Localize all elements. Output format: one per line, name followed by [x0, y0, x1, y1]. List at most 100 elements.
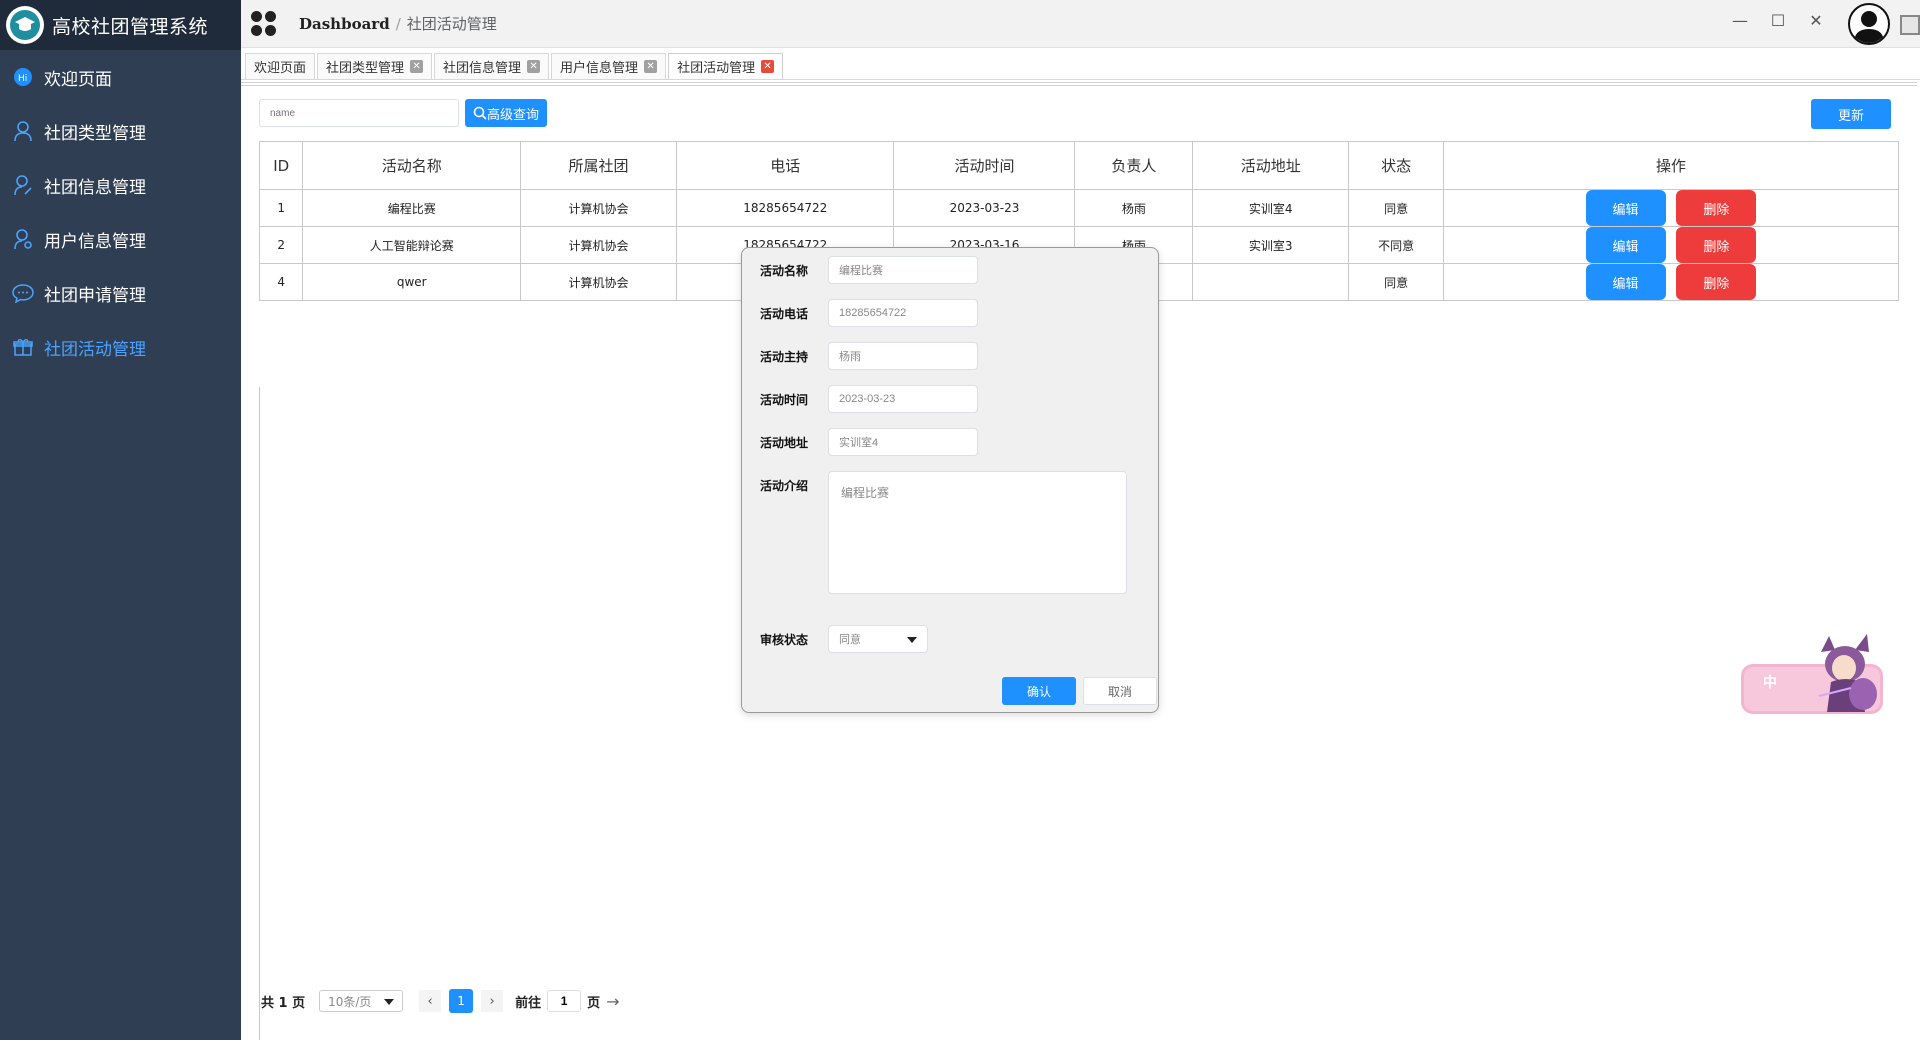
menu-toggle-icon[interactable]	[251, 10, 277, 37]
cell-actions: 编辑 删除	[1442, 263, 1900, 301]
sidebar-item-club-types[interactable]: 社团类型管理	[0, 104, 241, 158]
tab-label: 社团活动管理	[677, 61, 756, 76]
page-number[interactable]: 1	[449, 989, 474, 1013]
app-title: 高校社团管理系统	[52, 15, 209, 38]
field-label: 审核状态	[760, 632, 809, 647]
activity-phone-input[interactable]	[828, 299, 978, 327]
sidebar-item-club-activities[interactable]: 社团活动管理	[0, 320, 241, 374]
chevron-right-icon: ›	[489, 993, 495, 1009]
delete-button[interactable]: 删除	[1676, 190, 1757, 226]
search-icon	[473, 106, 487, 120]
advanced-search-label: 高级查询	[487, 106, 540, 122]
avatar[interactable]	[1848, 3, 1890, 45]
app-root: 高校社团管理系统 Hi 欢迎页面 社团类型管理 社团信息管理 用户信息管理 社团…	[0, 0, 1920, 1040]
refresh-button[interactable]: 更新	[1811, 99, 1891, 129]
caret-down-icon	[907, 637, 917, 643]
activity-intro-textarea[interactable]: 编程比赛	[828, 471, 1127, 594]
goto-page-input[interactable]	[547, 990, 582, 1012]
next-page-button[interactable]: ›	[481, 990, 504, 1012]
cell-address: 实训室3	[1192, 226, 1350, 264]
minimize-icon[interactable]: —	[1731, 12, 1749, 30]
tab-club-types[interactable]: 社团类型管理 ✕	[317, 53, 433, 79]
breadcrumb-home[interactable]: Dashboard	[299, 15, 390, 33]
activity-address-input[interactable]	[828, 428, 978, 456]
close-icon[interactable]: ✕	[527, 60, 541, 73]
cell-actions: 编辑 删除	[1442, 189, 1900, 227]
sidebar-item-label: 用户信息管理	[44, 231, 146, 252]
review-status-value: 同意	[839, 633, 861, 646]
sidebar-item-club-info[interactable]: 社团信息管理	[0, 158, 241, 212]
page-size-value: 10条/页	[328, 994, 372, 1009]
close-icon[interactable]: ✕	[1807, 12, 1825, 30]
sidebar-item-welcome[interactable]: Hi 欢迎页面	[0, 50, 241, 104]
form-row-address: 活动地址	[760, 428, 978, 456]
tab-club-info[interactable]: 社团信息管理 ✕	[434, 53, 550, 79]
top-bar: Dashboard / 社团活动管理 — ☐ ✕	[241, 0, 1920, 48]
cell-actions: 编辑 删除	[1442, 226, 1900, 264]
arrow-right-icon[interactable]: →	[606, 992, 624, 1011]
table-row: 1 编程比赛 计算机协会 18285654722 2023-03-23 杨雨 实…	[258, 189, 1900, 227]
cell-club: 计算机协会	[519, 226, 678, 264]
pagination: 共 1 页 10条/页 ‹ 1 › 前往 页 →	[261, 989, 624, 1013]
delete-button[interactable]: 删除	[1676, 264, 1757, 300]
cell-id: 1	[258, 189, 304, 227]
breadcrumb-separator: /	[395, 14, 401, 33]
search-toolbar: 高级查询	[259, 99, 548, 127]
activity-host-input[interactable]	[828, 342, 978, 370]
form-row-phone: 活动电话	[760, 299, 978, 327]
activity-name-input[interactable]	[828, 256, 978, 284]
tab-label: 社团类型管理	[326, 61, 405, 76]
cancel-button[interactable]: 取消	[1083, 677, 1157, 705]
anime-character-icon	[1818, 634, 1877, 712]
sidebar-item-label: 欢迎页面	[44, 69, 112, 90]
sidebar-item-label: 社团活动管理	[44, 339, 146, 360]
page-size-select[interactable]: 10条/页	[319, 990, 404, 1012]
cell-leader: 杨雨	[1074, 189, 1194, 227]
mascot-widget[interactable]: 中	[1741, 630, 1883, 716]
tab-club-activities[interactable]: 社团活动管理 ✕	[668, 53, 784, 79]
page-total: 共 1 页	[261, 995, 306, 1011]
window-controls: — ☐ ✕	[1731, 12, 1825, 30]
table-border	[259, 387, 260, 1040]
cell-address	[1192, 263, 1350, 301]
sidebar-item-label: 社团信息管理	[44, 177, 146, 198]
breadcrumb: Dashboard / 社团活动管理	[299, 13, 497, 34]
field-label: 活动时间	[760, 392, 809, 407]
tab-user-info[interactable]: 用户信息管理 ✕	[551, 53, 667, 79]
close-icon[interactable]: ✕	[761, 60, 775, 73]
sidebar-menu: Hi 欢迎页面 社团类型管理 社团信息管理 用户信息管理 社团申请管理 社团活动…	[0, 50, 241, 374]
user-icon	[12, 120, 34, 142]
caret-down-icon	[384, 999, 395, 1005]
form-row-name: 活动名称	[760, 256, 978, 284]
close-icon[interactable]: ✕	[410, 60, 424, 73]
sidebar-item-label: 社团类型管理	[44, 123, 146, 144]
activity-time-input[interactable]	[828, 385, 978, 413]
delete-button[interactable]: 删除	[1676, 227, 1757, 263]
search-input[interactable]	[259, 99, 459, 127]
confirm-button[interactable]: 确认	[1002, 677, 1076, 705]
sidebar-item-user-info[interactable]: 用户信息管理	[0, 212, 241, 266]
brand: 高校社团管理系统	[0, 0, 241, 50]
edit-button[interactable]: 编辑	[1585, 190, 1666, 226]
edit-button[interactable]: 编辑	[1585, 227, 1666, 263]
tab-label: 社团信息管理	[443, 61, 522, 76]
close-icon[interactable]: ✕	[644, 60, 658, 73]
prev-page-button[interactable]: ‹	[419, 990, 442, 1012]
cell-status: 同意	[1348, 263, 1444, 301]
sidebar-item-club-applications[interactable]: 社团申请管理	[0, 266, 241, 320]
gift-icon	[12, 336, 34, 358]
tab-welcome[interactable]: 欢迎页面	[245, 53, 316, 79]
cell-status: 不同意	[1348, 226, 1444, 264]
cell-name: 人工智能辩论赛	[302, 226, 521, 264]
cell-status: 同意	[1348, 189, 1444, 227]
review-status-select[interactable]: 同意	[828, 625, 928, 653]
edit-button[interactable]: 编辑	[1585, 264, 1666, 300]
maximize-icon[interactable]: ☐	[1769, 12, 1787, 30]
advanced-search-button[interactable]: 高级查询	[465, 99, 548, 127]
user-edit-icon	[12, 174, 34, 196]
mascot-label: 中	[1763, 675, 1777, 691]
cell-id: 4	[258, 263, 304, 301]
window-edge-box	[1900, 15, 1920, 35]
column-header: 电话	[676, 141, 895, 190]
hi-badge-icon: Hi	[12, 66, 34, 88]
